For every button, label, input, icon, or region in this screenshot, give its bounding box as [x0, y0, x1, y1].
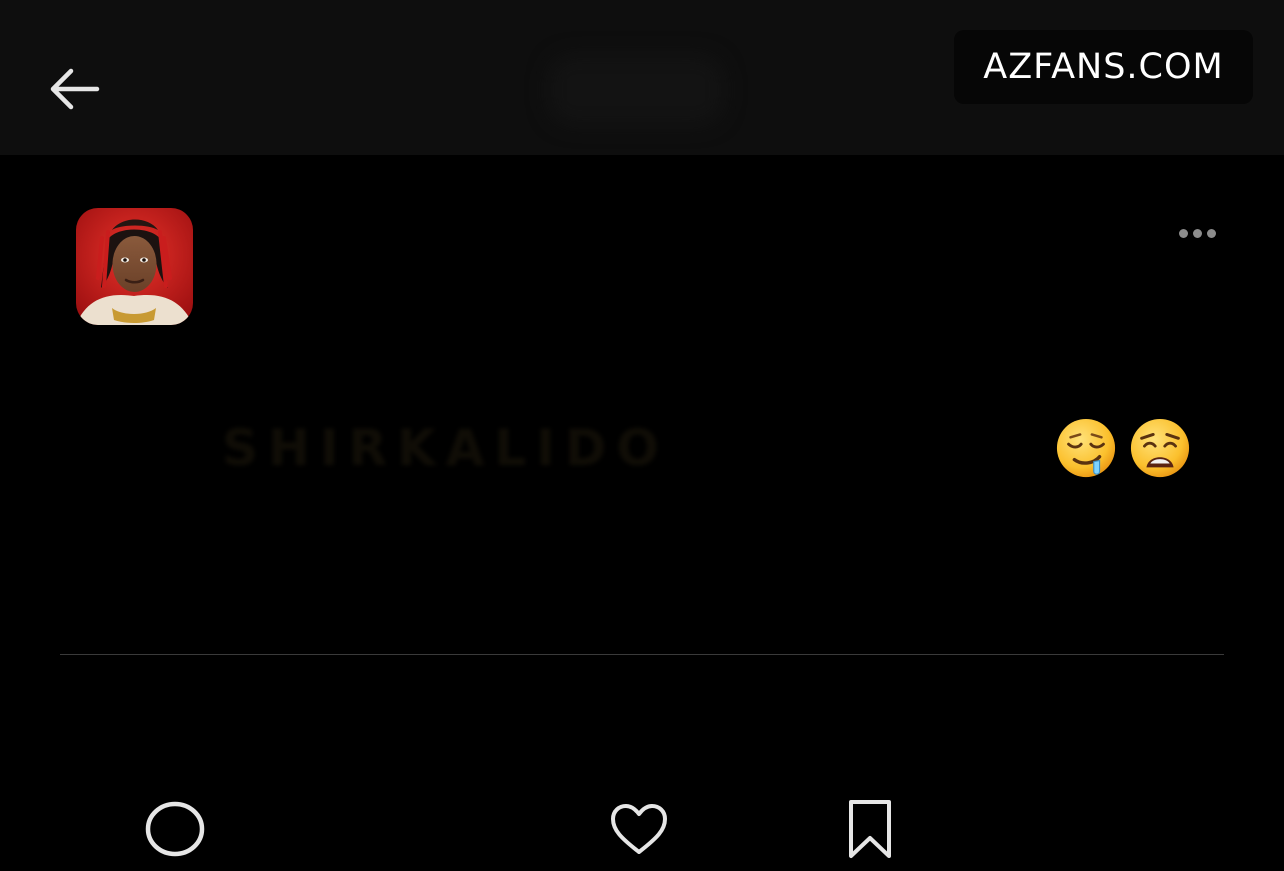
comment-button[interactable] [142, 796, 208, 862]
more-horizontal-icon-dot [1206, 228, 1216, 238]
emoji-row [1055, 415, 1197, 481]
more-horizontal-icon-dot [1192, 228, 1202, 238]
save-button[interactable] [837, 796, 903, 862]
watermark: AZFANS.COM [954, 30, 1253, 104]
more-options-button[interactable] [1168, 216, 1226, 250]
drooling-face-emoji [1056, 418, 1116, 478]
comment-icon [145, 801, 205, 857]
profile-photo [76, 208, 193, 325]
bookmark-icon [849, 800, 891, 858]
heart-icon [611, 804, 667, 854]
arrow-left-icon [50, 68, 100, 110]
divider [60, 654, 1224, 655]
more-horizontal-icon [1178, 228, 1188, 238]
post-text: SHIRKALIDO [222, 419, 669, 477]
back-button[interactable] [40, 58, 106, 120]
avatar[interactable] [76, 208, 193, 325]
like-button[interactable] [606, 796, 672, 862]
header-title-obscured [548, 55, 724, 125]
top-bar: AZFANS.COM [0, 0, 1284, 155]
weary-face-emoji [1130, 418, 1190, 478]
